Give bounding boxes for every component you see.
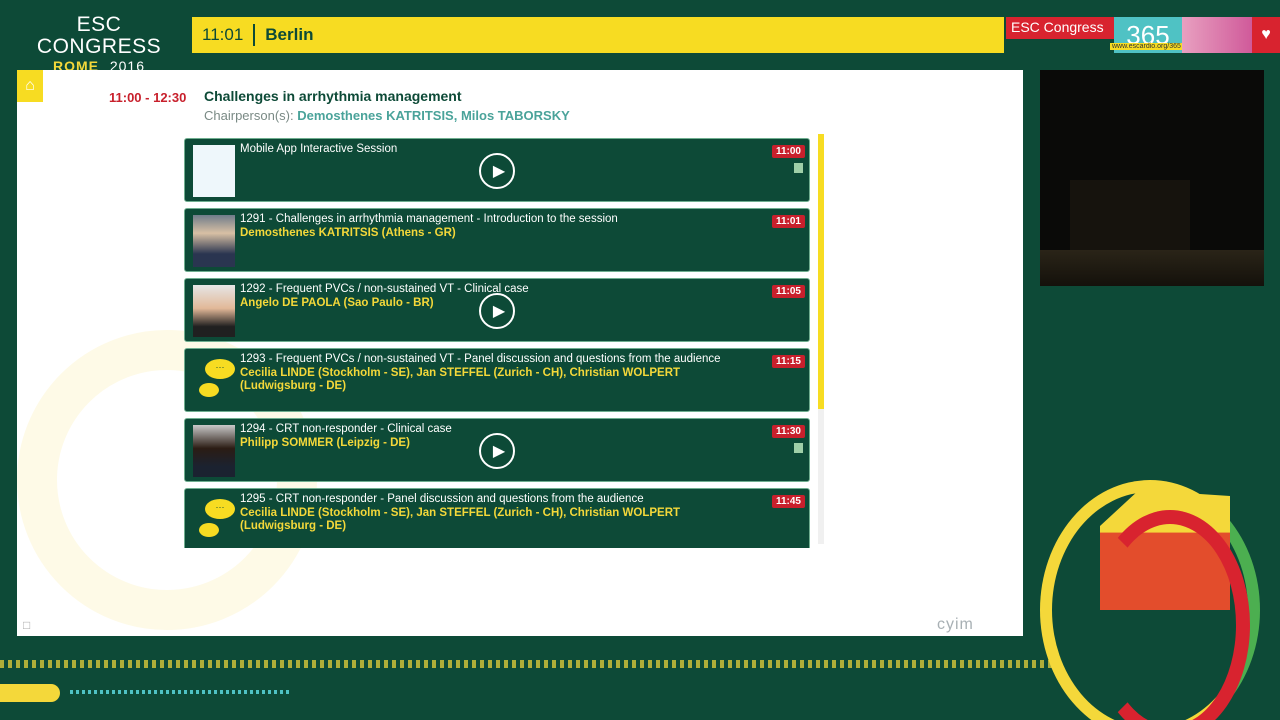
time-location-bar: 11:01 Berlin xyxy=(192,17,1004,53)
speaker-photo xyxy=(193,215,235,267)
speech-bubble-large: ··· xyxy=(205,499,235,519)
play-icon: ▶ xyxy=(492,443,506,460)
discussion-icon: ··· xyxy=(199,497,235,545)
heart-logo-icon: ♥ xyxy=(1252,17,1280,53)
talk-title: 1293 - Frequent PVCs / non-sustained VT … xyxy=(240,353,721,365)
talk-title: 1295 - CRT non-responder - Panel discuss… xyxy=(240,493,644,505)
live-video-feed[interactable] xyxy=(1040,70,1264,286)
talk-title: Mobile App Interactive Session xyxy=(240,143,398,155)
stage xyxy=(1040,250,1264,286)
screen-icon[interactable]: □ xyxy=(23,618,30,632)
talk-speakers: Demosthenes KATRITSIS (Athens - GR) xyxy=(240,227,456,239)
talk-title: 1291 - Challenges in arrhythmia manageme… xyxy=(240,213,618,225)
session-title: Challenges in arrhythmia management xyxy=(204,88,462,104)
talk-time-badge: 11:05 xyxy=(771,285,805,298)
talk-time-badge: 11:30 xyxy=(771,425,805,438)
talk-item[interactable]: ··· 1295 - CRT non-responder - Panel dis… xyxy=(184,488,810,548)
talk-time-badge: 11:45 xyxy=(771,495,805,508)
document-icon[interactable] xyxy=(794,163,803,173)
home-icon: ⌂ xyxy=(25,77,35,94)
talk-thumbnail xyxy=(193,145,235,197)
decorative-bar xyxy=(0,684,60,702)
chairpersons: Chairperson(s): Demosthenes KATRITSIS, M… xyxy=(204,108,570,123)
session-time: 11:00 - 12:30 xyxy=(109,90,187,105)
talk-list[interactable]: Mobile App Interactive Session 11:00 ▶ 1… xyxy=(184,138,812,548)
programme-panel: ⌂ 11:00 - 12:30 Challenges in arrhythmia… xyxy=(17,70,1023,636)
talk-title: 1294 - CRT non-responder - Clinical case xyxy=(240,423,452,435)
esc-365-url: www.escardio.org/365 xyxy=(1110,43,1183,50)
cyim-logo: cyim xyxy=(937,616,974,633)
decorative-banner xyxy=(1182,17,1252,53)
talk-time-badge: 11:00 xyxy=(771,145,805,158)
talk-item[interactable]: 1294 - CRT non-responder - Clinical case… xyxy=(184,418,810,482)
decorative-dots xyxy=(70,690,290,694)
talk-speakers: Cecilia LINDE (Stockholm - SE), Jan STEF… xyxy=(240,507,681,532)
speech-bubble-small xyxy=(199,383,219,397)
talk-item[interactable]: ··· 1293 - Frequent PVCs / non-sustained… xyxy=(184,348,810,412)
talk-time-badge: 11:01 xyxy=(771,215,805,228)
document-icon[interactable] xyxy=(794,443,803,453)
speech-bubble-small xyxy=(199,523,219,537)
chair-label: Chairperson(s): xyxy=(204,108,294,123)
speaker-photo xyxy=(193,425,235,477)
play-button[interactable]: ▶ xyxy=(479,153,515,189)
discussion-icon: ··· xyxy=(199,357,235,405)
talk-item[interactable]: 1291 - Challenges in arrhythmia manageme… xyxy=(184,208,810,272)
speech-bubble-large: ··· xyxy=(205,359,235,379)
play-icon: ▶ xyxy=(492,303,506,320)
esc-congress-brand: ESC CONGRESS ROME 2016 xyxy=(14,13,184,75)
brand-title: ESC CONGRESS xyxy=(36,13,162,58)
esc-365-logo: ESC Congress 365 www.escardio.org/365 xyxy=(1006,17,1183,53)
home-button[interactable]: ⌂ xyxy=(17,70,43,102)
play-button[interactable]: ▶ xyxy=(479,293,515,329)
play-button[interactable]: ▶ xyxy=(479,433,515,469)
decorative-pattern xyxy=(0,660,1060,668)
talk-time-badge: 11:15 xyxy=(771,355,805,368)
podium xyxy=(1070,180,1190,255)
speaker-photo xyxy=(193,285,235,337)
talk-title: 1292 - Frequent PVCs / non-sustained VT … xyxy=(240,283,529,295)
divider xyxy=(253,24,256,46)
list-scrollbar[interactable] xyxy=(818,134,824,544)
play-icon: ▶ xyxy=(492,163,506,180)
talk-item[interactable]: 1292 - Frequent PVCs / non-sustained VT … xyxy=(184,278,810,342)
location-city: Berlin xyxy=(265,25,314,44)
talk-item[interactable]: Mobile App Interactive Session 11:00 ▶ xyxy=(184,138,810,202)
current-time: 11:01 xyxy=(202,25,244,44)
talk-speakers: Cecilia LINDE (Stockholm - SE), Jan STEF… xyxy=(240,367,681,392)
scrollbar-thumb[interactable] xyxy=(818,134,824,409)
esc-365-label: ESC Congress xyxy=(1006,17,1114,39)
chair-names: Demosthenes KATRITSIS, Milos TABORSKY xyxy=(297,108,570,123)
